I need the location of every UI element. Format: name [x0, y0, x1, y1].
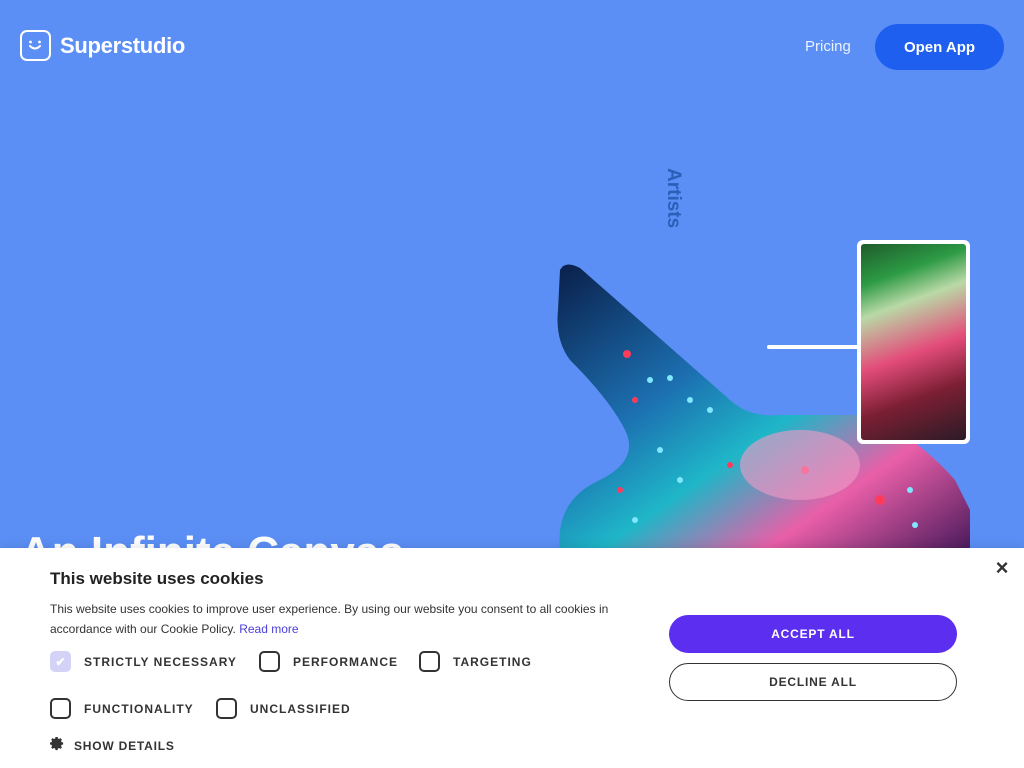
connector-line [767, 345, 859, 349]
option-targeting[interactable]: TARGETING [419, 651, 532, 672]
option-label: UNCLASSIFIED [250, 701, 351, 716]
brand-name: Superstudio [60, 32, 186, 58]
cookie-banner: This website uses cookies This website u… [0, 548, 1024, 768]
logo-face-icon [20, 30, 51, 61]
checkbox[interactable] [259, 651, 280, 672]
close-icon[interactable]: × [992, 557, 1012, 579]
artists-vertical-label: Artists [663, 168, 684, 229]
checkbox[interactable] [216, 698, 237, 719]
cookie-body-text: This website uses cookies to improve use… [50, 602, 609, 636]
option-strictly-necessary[interactable]: ✔ STRICTLY NECESSARY [50, 651, 237, 672]
nav-pricing-link[interactable]: Pricing [805, 38, 851, 55]
gear-icon [50, 736, 65, 756]
checkbox[interactable] [50, 698, 71, 719]
option-performance[interactable]: PERFORMANCE [259, 651, 398, 672]
accept-all-button[interactable]: ACCEPT ALL [669, 615, 957, 653]
cookie-title: This website uses cookies [50, 569, 264, 588]
artwork-thumbnail [861, 244, 966, 440]
option-label: STRICTLY NECESSARY [84, 654, 237, 669]
show-details-label: SHOW DETAILS [74, 739, 175, 753]
option-functionality[interactable]: FUNCTIONALITY [50, 698, 194, 719]
decline-all-button[interactable]: DECLINE ALL [669, 663, 957, 701]
show-details-toggle[interactable]: SHOW DETAILS [50, 736, 175, 756]
checkbox[interactable] [419, 651, 440, 672]
option-label: PERFORMANCE [293, 654, 399, 669]
read-more-link[interactable]: Read more [239, 622, 298, 636]
cookie-description: This website uses cookies to improve use… [50, 599, 650, 639]
option-unclassified[interactable]: UNCLASSIFIED [216, 698, 351, 719]
check-icon[interactable]: ✔ [50, 651, 71, 672]
option-label: TARGETING [453, 654, 532, 669]
artwork-card[interactable] [857, 240, 970, 444]
option-label: FUNCTIONALITY [84, 701, 194, 716]
brand-logo[interactable]: Superstudio [20, 30, 185, 61]
open-app-button[interactable]: Open App [875, 24, 1004, 70]
